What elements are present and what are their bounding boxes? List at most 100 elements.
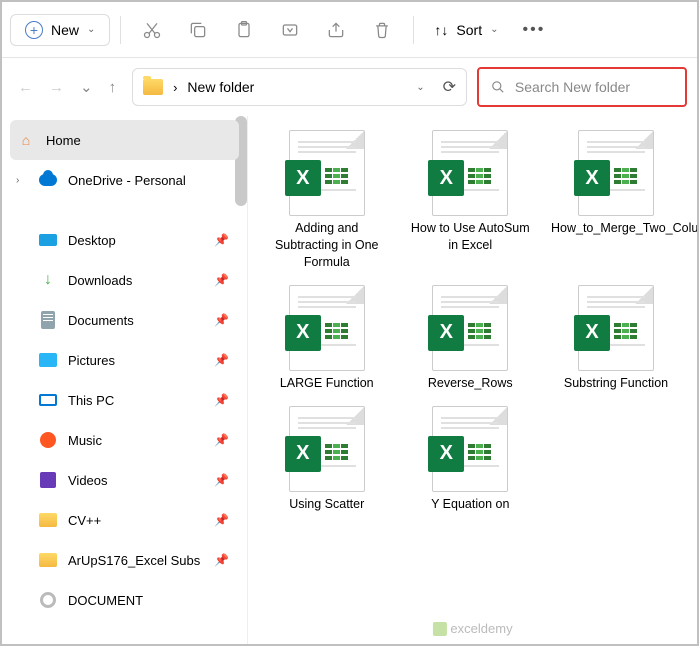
sidebar-item-videos[interactable]: Videos 📌	[2, 460, 247, 500]
sidebar-item-label: Videos	[68, 473, 108, 488]
sidebar-item-label: ArUpS176_Excel Subs	[68, 553, 200, 568]
sidebar-item-thispc[interactable]: This PC 📌	[2, 380, 247, 420]
excel-file-icon: X	[432, 406, 508, 492]
file-name: Using Scatter	[289, 496, 364, 513]
more-button[interactable]: •••	[512, 15, 555, 45]
file-name: How to Use AutoSum in Excel	[408, 220, 534, 254]
separator	[413, 16, 414, 44]
pin-icon: 📌	[214, 473, 229, 487]
sidebar-item-label: Downloads	[68, 273, 132, 288]
refresh-button[interactable]: ⟳	[443, 77, 456, 97]
file-name: LARGE Function	[280, 375, 374, 392]
sidebar-item-music[interactable]: Music 📌	[2, 420, 247, 460]
file-grid: X Adding and Subtracting in One Formula …	[248, 116, 697, 644]
pin-icon: 📌	[214, 433, 229, 447]
file-name: Adding and Subtracting in One Formula	[264, 220, 390, 271]
music-icon	[40, 432, 56, 448]
sidebar-item-document[interactable]: DOCUMENT	[2, 580, 247, 620]
disc-icon	[40, 592, 56, 608]
sidebar-item-label: Music	[68, 433, 102, 448]
nav-arrows: ← → ⌄ ↑	[12, 78, 122, 96]
file-item[interactable]: X Reverse_Rows	[404, 281, 538, 396]
address-bar[interactable]: › New folder ⌄ ⟳	[132, 68, 467, 106]
sidebar-item-label: This PC	[68, 393, 114, 408]
pc-icon	[39, 394, 57, 406]
forward-button[interactable]: →	[49, 79, 64, 96]
file-item[interactable]: X How_to_Merge_Two_Columns	[547, 126, 685, 275]
folder-icon	[39, 553, 57, 567]
expand-icon[interactable]: ›	[16, 175, 28, 186]
sidebar-item-label: Desktop	[68, 233, 116, 248]
back-button[interactable]: ←	[18, 79, 33, 96]
search-icon	[491, 79, 505, 95]
file-name: Y Equation on	[431, 496, 509, 513]
file-item[interactable]: X Substring Function	[547, 281, 685, 396]
sidebar-item-pictures[interactable]: Pictures 📌	[2, 340, 247, 380]
excel-file-icon: X	[432, 285, 508, 371]
rename-button[interactable]	[269, 11, 311, 49]
plus-icon: +	[25, 21, 43, 39]
sidebar-item-label: DOCUMENT	[68, 593, 143, 608]
file-item[interactable]: X How to Use AutoSum in Excel	[404, 126, 538, 275]
sidebar: ⌂ Home › OneDrive - Personal Desktop 📌 ↓…	[2, 116, 248, 644]
excel-file-icon: X	[289, 406, 365, 492]
delete-button[interactable]	[361, 11, 403, 49]
pictures-icon	[39, 353, 57, 367]
excel-file-icon: X	[578, 285, 654, 371]
file-item[interactable]: X Y Equation on	[404, 402, 538, 517]
address-path: New folder	[187, 79, 406, 95]
path-separator: ›	[173, 80, 177, 95]
excel-file-icon: X	[289, 285, 365, 371]
sidebar-item-label: OneDrive - Personal	[68, 173, 186, 188]
file-item[interactable]: X Adding and Subtracting in One Formula	[260, 126, 394, 275]
pin-icon: 📌	[214, 513, 229, 527]
chevron-down-icon[interactable]: ⌄	[416, 82, 424, 93]
watermark-text: exceldemy	[450, 621, 512, 636]
cut-button[interactable]	[131, 11, 173, 49]
folder-icon	[143, 79, 163, 95]
sort-button[interactable]: ↑↓ Sort ⌄	[424, 16, 508, 44]
excel-file-icon: X	[578, 130, 654, 216]
pin-icon: 📌	[214, 553, 229, 567]
sidebar-item-label: CV++	[68, 513, 101, 528]
search-bar[interactable]	[477, 67, 687, 107]
pin-icon: 📌	[214, 233, 229, 247]
navigation-row: ← → ⌄ ↑ › New folder ⌄ ⟳	[2, 58, 697, 116]
share-button[interactable]	[315, 11, 357, 49]
file-name: Substring Function	[564, 375, 668, 392]
search-input[interactable]	[515, 79, 673, 95]
documents-icon	[41, 311, 55, 329]
excel-file-icon: X	[432, 130, 508, 216]
folder-icon	[39, 513, 57, 527]
pin-icon: 📌	[214, 273, 229, 287]
sidebar-item-onedrive[interactable]: › OneDrive - Personal	[2, 160, 247, 200]
separator	[120, 16, 121, 44]
up-button[interactable]: ↑	[109, 79, 117, 96]
downloads-icon: ↓	[38, 270, 58, 290]
onedrive-icon	[39, 174, 57, 186]
file-item[interactable]: X LARGE Function	[260, 281, 394, 396]
sidebar-item-documents[interactable]: Documents 📌	[2, 300, 247, 340]
toolbar: + New ⌄ ↑↓ Sort ⌄ •••	[2, 2, 697, 58]
home-icon: ⌂	[16, 130, 36, 150]
sidebar-item-folder[interactable]: ArUpS176_Excel Subs 📌	[2, 540, 247, 580]
copy-button[interactable]	[177, 11, 219, 49]
main-area: ⌂ Home › OneDrive - Personal Desktop 📌 ↓…	[2, 116, 697, 644]
file-item[interactable]: X Using Scatter	[260, 402, 394, 517]
sort-icon: ↑↓	[434, 22, 448, 38]
sidebar-item-desktop[interactable]: Desktop 📌	[2, 220, 247, 260]
recent-dropdown[interactable]: ⌄	[80, 78, 93, 96]
desktop-icon	[39, 234, 57, 246]
sidebar-item-folder[interactable]: CV++ 📌	[2, 500, 247, 540]
file-name: How_to_Merge_Two_Columns	[551, 220, 681, 237]
sidebar-item-home[interactable]: ⌂ Home	[10, 120, 239, 160]
new-button[interactable]: + New ⌄	[10, 14, 110, 46]
watermark: exceldemy	[432, 621, 512, 636]
paste-button[interactable]	[223, 11, 265, 49]
sidebar-item-label: Pictures	[68, 353, 115, 368]
file-name: Reverse_Rows	[428, 375, 513, 392]
pin-icon: 📌	[214, 393, 229, 407]
chevron-down-icon: ⌄	[490, 24, 498, 35]
sidebar-item-downloads[interactable]: ↓ Downloads 📌	[2, 260, 247, 300]
pin-icon: 📌	[214, 353, 229, 367]
